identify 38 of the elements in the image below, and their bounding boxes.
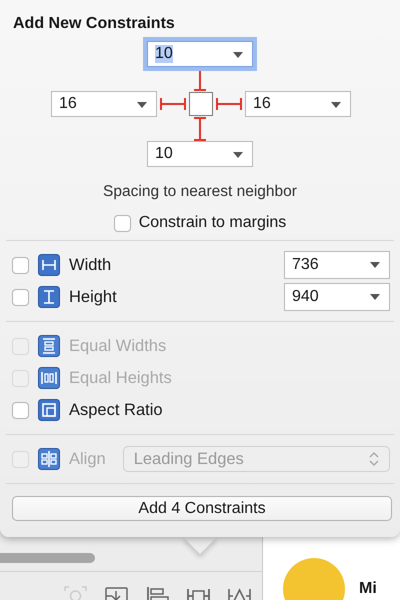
spacing-caption: Spacing to nearest neighbor (102, 183, 298, 201)
align-label: Align (69, 450, 106, 468)
constraint-label: Width (69, 256, 112, 274)
constraint-label: Height (69, 288, 118, 306)
dropdown-arrow-icon (137, 102, 147, 108)
checkbox[interactable] (12, 402, 29, 418)
dropdown-arrow-icon (233, 152, 243, 158)
view-square (189, 92, 213, 116)
constraint-value-field[interactable]: 940 (284, 283, 390, 311)
scrollbar[interactable] (0, 553, 95, 563)
right-spacing-field[interactable]: 16 (245, 91, 351, 117)
left-spacing-field[interactable]: 16 (51, 91, 157, 117)
equal-heights-icon (38, 367, 60, 389)
equal-widths-icon (38, 335, 60, 357)
constraint-label: Aspect Ratio (69, 400, 164, 420)
constraint-label: Equal Widths (69, 336, 168, 356)
checkbox[interactable] (12, 256, 29, 274)
spacing-strut-icon (216, 97, 242, 111)
dropdown-arrow-icon (370, 294, 380, 300)
dropdown-arrow-icon (331, 102, 341, 108)
popover-title: Add New Constraints (12, 14, 176, 34)
constraint-label: Equal Heights (69, 368, 173, 388)
checkbox[interactable] (12, 288, 29, 306)
add-constraints-button[interactable]: Add 4 Constraints (12, 496, 392, 521)
item-label: Mi (359, 580, 377, 598)
width-constraint-icon (38, 254, 60, 276)
height-constraint-icon (38, 286, 60, 308)
aspect-ratio-icon (38, 399, 60, 421)
stepper-arrows-icon (369, 452, 379, 466)
checkbox[interactable] (114, 214, 131, 232)
align-icon (38, 448, 60, 470)
checkbox-label: Constrain to margins (138, 214, 286, 232)
spacing-strut-icon (193, 117, 207, 141)
spacing-strut-icon (160, 97, 186, 111)
bottom-spacing-field[interactable]: 10 (147, 141, 253, 167)
constraint-value-field[interactable]: 736 (284, 251, 390, 279)
dropdown-arrow-icon (233, 52, 243, 58)
dropdown-arrow-icon (370, 262, 380, 268)
